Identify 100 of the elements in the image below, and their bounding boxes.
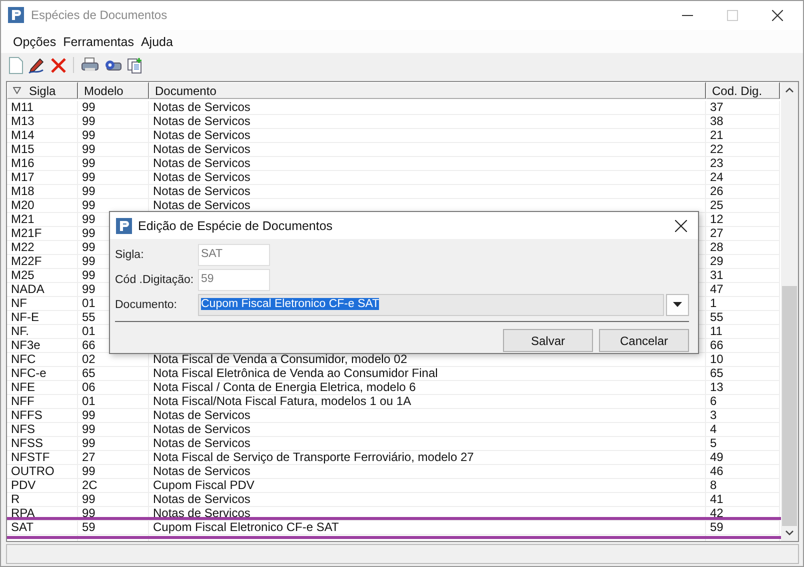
table-cell: M13 — [7, 115, 78, 130]
input-field[interactable]: 59 — [198, 268, 270, 290]
table-cell: M22F — [7, 255, 78, 270]
table-cell: PDV — [7, 479, 78, 494]
table-cell: 99 — [78, 171, 149, 186]
table-cell: NFC-e — [7, 367, 78, 382]
column-header[interactable]: Sigla — [7, 82, 78, 100]
table-cell: 99 — [78, 465, 149, 480]
pencil-icon[interactable] — [28, 56, 46, 74]
menu-item[interactable]: Ferramentas — [63, 34, 134, 49]
table-cell: 06 — [78, 381, 149, 396]
scrollbar-thumb[interactable] — [782, 286, 797, 526]
table-cell: 99 — [78, 129, 149, 144]
table-cell: 59 — [706, 521, 780, 536]
column-title: Sigla — [29, 84, 56, 98]
printer-icon[interactable] — [81, 57, 99, 74]
table-row[interactable]: R 99 Notas de Servicos 41 — [7, 493, 781, 508]
table-cell: 21 — [706, 129, 780, 144]
table-row[interactable]: M14 99 Notas de Servicos 21 — [7, 129, 781, 144]
column-header[interactable]: Documento — [149, 82, 706, 100]
table-cell: 99 — [78, 157, 149, 172]
table-row[interactable]: RPA 99 Notas de Servicos 42 — [7, 507, 781, 522]
table-row[interactable]: M17 99 Notas de Servicos 24 — [7, 171, 781, 186]
table-cell: Notas de Servicos — [153, 493, 250, 506]
table-row[interactable]: OUTRO 99 Notas de Servicos 46 — [7, 465, 781, 480]
table-cell: Nota Fiscal / Conta de Energia Eletrica, modelo 6 — [153, 381, 416, 394]
table-cell: M21 — [7, 213, 78, 228]
table-cell: 29 — [706, 255, 780, 270]
column-header[interactable]: Cod. Dig. — [706, 82, 780, 100]
table-cell: 3 — [706, 409, 780, 424]
table-cell: 99 — [78, 115, 149, 130]
table-row[interactable]: NFSS 99 Notas de Servicos 5 — [7, 437, 781, 452]
table-cell: 37 — [706, 101, 780, 116]
table-cell: Notas de Servicos — [153, 437, 250, 450]
table-cell: M20 — [7, 199, 78, 214]
table-cell: 49 — [706, 451, 780, 466]
column-header[interactable]: Modelo — [78, 82, 149, 100]
close-icon[interactable] — [772, 10, 783, 21]
copy-document-icon[interactable] — [127, 56, 144, 74]
table-cell: 99 — [78, 185, 149, 200]
close-icon[interactable] — [675, 220, 687, 232]
delete-icon[interactable] — [51, 58, 66, 73]
input-field[interactable]: SAT — [198, 244, 270, 266]
table-row[interactable]: PDV 2C Cupom Fiscal PDV 8 — [7, 479, 781, 494]
table-cell: 99 — [78, 409, 149, 424]
dialog-button[interactable]: Cancelar — [599, 329, 689, 352]
table-cell: Nota Fiscal de Venda a Consumidor, modelo 02 — [153, 353, 408, 366]
app-logo-icon — [8, 7, 24, 24]
table-cell: Nota Fiscal/Nota Fiscal Fatura, modelos 1 ou 1A — [153, 395, 412, 408]
table-cell: M14 — [7, 129, 78, 144]
table-row[interactable]: M16 99 Notas de Servicos 23 — [7, 157, 781, 172]
dropdown-button[interactable] — [666, 294, 689, 316]
table-cell: Nota Fiscal Eletrônica de Venda ao Consumidor Final — [153, 367, 438, 380]
table-row[interactable]: M18 99 Notas de Servicos 26 — [7, 185, 781, 200]
table-cell: NFFS — [7, 409, 78, 424]
scroll-down-icon[interactable] — [785, 530, 794, 536]
table-row[interactable]: SAT 59 Cupom Fiscal Eletronico CF-e SAT 59 — [7, 521, 781, 536]
table-row[interactable]: M13 99 Notas de Servicos 38 — [7, 115, 781, 130]
table-cell: 31 — [706, 269, 780, 284]
table-cell: 65 — [706, 367, 780, 382]
table-row[interactable]: NFSTF 27 Nota Fiscal de Serviço de Transporte Ferroviário, modelo 27 49 — [7, 451, 781, 466]
menu-item[interactable]: Ajuda — [140, 34, 173, 49]
table-cell: 8 — [706, 479, 780, 494]
table-cell: M18 — [7, 185, 78, 200]
table-cell: 10 — [706, 353, 780, 368]
table-cell: OUTRO — [7, 465, 78, 480]
table-cell: 26 — [706, 185, 780, 200]
table-row[interactable]: M15 99 Notas de Servicos 22 — [7, 143, 781, 158]
sort-icon — [13, 87, 21, 94]
table-cell: 47 — [706, 283, 780, 298]
table-cell: 41 — [706, 493, 780, 508]
table-cell: M17 — [7, 171, 78, 186]
scrollbar[interactable] — [781, 82, 798, 542]
table-cell: Notas de Servicos — [153, 157, 250, 170]
table-cell: 99 — [78, 493, 149, 508]
table-cell: 55 — [706, 311, 780, 326]
table-cell: NADA — [7, 283, 78, 298]
table-row[interactable]: NFC-e 65 Nota Fiscal Eletrônica de Venda ao Consumidor Final 65 — [7, 367, 781, 382]
menu-item[interactable]: Opções — [13, 34, 56, 49]
table-cell: NFC — [7, 353, 78, 368]
table-cell: NFS — [7, 423, 78, 438]
table-cell: Notas de Servicos — [153, 465, 250, 478]
table-cell: Notas de Servicos — [153, 171, 250, 184]
table-row[interactable]: NFE 06 Nota Fiscal / Conta de Energia Eletrica, modelo 6 13 — [7, 381, 781, 396]
dialog-button[interactable]: Salvar — [503, 329, 593, 352]
table-cell: Notas de Servicos — [153, 115, 250, 128]
dropdown-field[interactable]: Cupom Fiscal Eletronico CF-e SAT — [198, 294, 664, 316]
table-row[interactable]: NFF 01 Nota Fiscal/Nota Fiscal Fatura, modelos 1 ou 1A 6 — [7, 395, 781, 410]
table-cell: 65 — [78, 367, 149, 382]
table-row[interactable]: M11 99 Notas de Servicos 37 — [7, 101, 781, 116]
table-cell: M16 — [7, 157, 78, 172]
table-cell: M22 — [7, 241, 78, 256]
table-cell: 42 — [706, 507, 780, 522]
table-row[interactable]: NFFS 99 Notas de Servicos 3 — [7, 409, 781, 424]
table-cell: Notas de Servicos — [153, 129, 250, 142]
table-cell: R — [7, 493, 78, 508]
scroll-up-icon[interactable] — [785, 87, 794, 94]
table-cell: NFE — [7, 381, 78, 396]
table-row[interactable]: NFS 99 Notas de Servicos 4 — [7, 423, 781, 438]
app-logo-icon — [116, 218, 132, 234]
